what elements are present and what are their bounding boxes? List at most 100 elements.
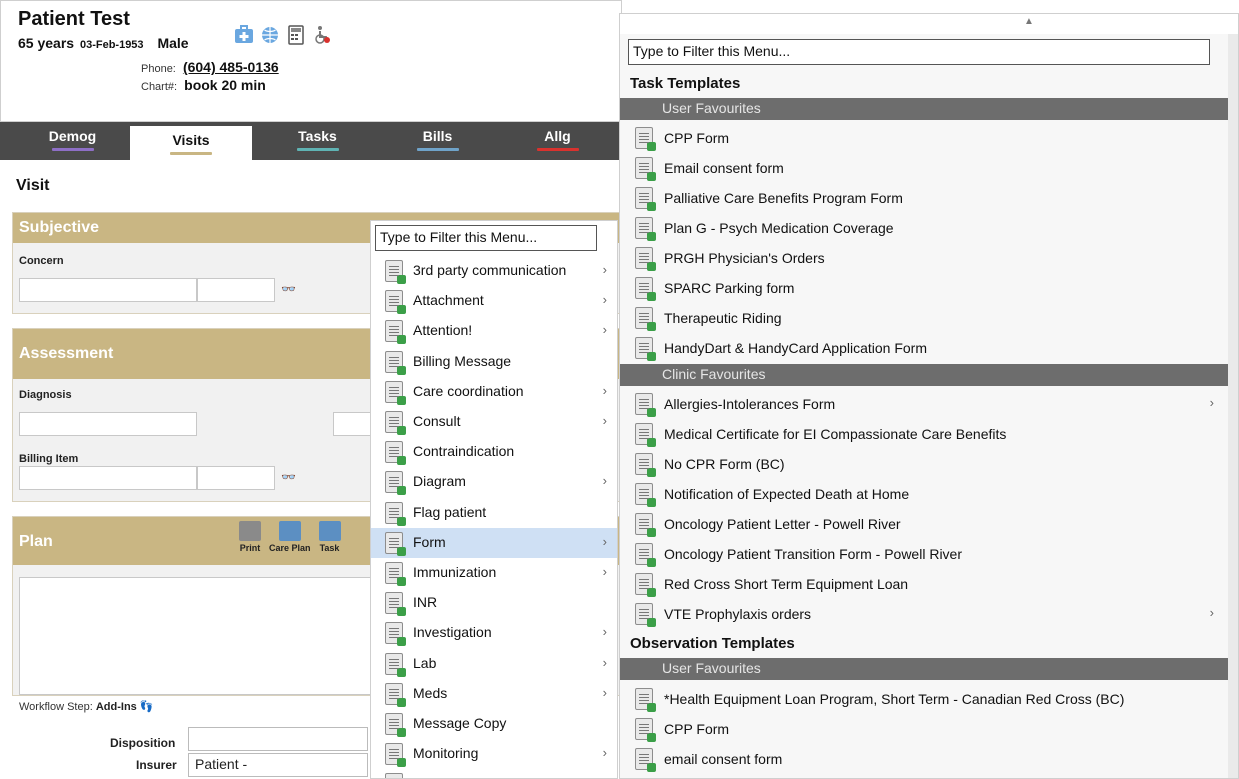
menu-item-flag-patient[interactable]: Flag patient [371, 498, 617, 528]
menu-item-label: Message Copy [413, 715, 507, 731]
chevron-right-icon: › [602, 564, 607, 579]
task-button[interactable]: Task [318, 521, 341, 553]
menu-item-billing-message[interactable]: Billing Message [371, 347, 617, 377]
menu-item-label: CPP Form [664, 721, 730, 737]
globe-icon[interactable] [260, 25, 280, 45]
menu-item-consult[interactable]: Consult › [371, 407, 617, 437]
form-document-icon [385, 652, 406, 677]
wheelchair-icon[interactable] [312, 25, 332, 45]
form-document-icon [635, 393, 656, 417]
binoculars-icon[interactable]: 👓 [281, 470, 296, 484]
form-document-icon [635, 513, 656, 537]
print-button[interactable]: Print [239, 521, 261, 553]
binoculars-icon[interactable]: 👓 [281, 282, 296, 296]
billing-item-input[interactable] [19, 466, 197, 490]
menu-item-email-consent-form[interactable]: Email consent form [620, 153, 1230, 183]
menu-item-vte-prophylaxis-orders[interactable]: VTE Prophylaxis orders › [620, 599, 1230, 629]
menu-item-medical-certificate-for-ei-compassionate-care-benefits[interactable]: Medical Certificate for EI Compassionate… [620, 419, 1230, 449]
menu-item-label: Monitoring [413, 745, 479, 762]
form-document-icon [385, 260, 406, 284]
menu-item-therapeutic-riding[interactable]: Therapeutic Riding [620, 303, 1230, 333]
plan-toolbar: Print Care Plan Task [239, 521, 341, 553]
menu-item-meds[interactable]: Meds › [371, 679, 617, 709]
menu-item-plan-g-psych-medication-coverage[interactable]: Plan G - Psych Medication Coverage [620, 213, 1230, 243]
menu-item-label: Oncology Patient Transition Form - Powel… [664, 546, 962, 562]
menu-item-observation[interactable]: Observation › [371, 769, 617, 778]
tab-allg[interactable]: Allg [515, 122, 600, 160]
menu-item-label: Lab [413, 654, 437, 671]
menu-item-health-equipment-loan-program-short-term-canadian-red-cross-bc[interactable]: *Health Equipment Loan Program, Short Te… [620, 684, 1230, 714]
menu-item-diagram[interactable]: Diagram › [371, 467, 617, 497]
tab-demog[interactable]: Demog [30, 122, 115, 160]
scroll-up-area[interactable]: ▲ [620, 14, 1238, 34]
menu-item-contraindication[interactable]: Contraindication [371, 437, 617, 467]
form-document-icon [385, 471, 406, 496]
task-icon [318, 521, 341, 541]
menu-item-inr[interactable]: INR [371, 588, 617, 618]
chevron-right-icon: › [602, 684, 607, 700]
tab-visits[interactable]: Visits [130, 126, 252, 160]
tab-tasks[interactable]: Tasks [275, 122, 360, 160]
form-document-icon [635, 127, 656, 151]
menu-item-form[interactable]: Form › [371, 527, 617, 558]
menu-item-no-cpr-form-bc[interactable]: No CPR Form (BC) [620, 449, 1230, 479]
menu-item-label: HandyDart & HandyCard Application Form [664, 340, 928, 356]
menu-item-investigation[interactable]: Investigation › [371, 618, 617, 648]
form-document-icon [385, 562, 406, 586]
menu-item-oncology-patient-transition-form-powell-river[interactable]: Oncology Patient Transition Form - Powel… [620, 539, 1230, 569]
menu-item-oncology-patient-letter-powell-river[interactable]: Oncology Patient Letter - Powell River [620, 509, 1230, 539]
menu-item-lab[interactable]: Lab › [371, 649, 617, 679]
concern-code-input[interactable] [197, 278, 275, 302]
menu-item-notification-of-expected-death-at-home[interactable]: Notification of Expected Death at Home [620, 479, 1230, 509]
form-document-icon [385, 411, 406, 435]
patient-chart: Chart#: book 20 min [141, 77, 266, 93]
menu-item-prgh-physician-s-orders[interactable]: PRGH Physician's Orders [620, 243, 1230, 273]
concern-input[interactable] [19, 278, 197, 302]
form-document-icon [385, 531, 406, 556]
form-document-icon [385, 713, 406, 737]
submenu-filter-input[interactable]: Type to Filter this Menu... [628, 39, 1210, 65]
task-clinic-favourites-heading: Clinic Favourites [620, 364, 1230, 386]
menu-item-3rd-party-communication[interactable]: 3rd party communication › [371, 256, 617, 286]
menu-item-allergies-intolerances-form[interactable]: Allergies-Intolerances Form › [620, 389, 1230, 419]
scroll-up-icon[interactable]: ▲ [1024, 16, 1034, 27]
visit-title: Visit [16, 177, 50, 194]
menu-item-immunization[interactable]: Immunization › [371, 558, 617, 588]
menu-filter-input[interactable]: Type to Filter this Menu... [375, 225, 597, 251]
form-document-icon [385, 350, 406, 375]
menu-item-red-cross-short-term-equipment-loan[interactable]: Red Cross Short Term Equipment Loan [620, 569, 1230, 599]
menu-item-message-copy[interactable]: Message Copy [371, 709, 617, 739]
chevron-right-icon: › [602, 382, 607, 398]
menu-item-sparc-parking-form[interactable]: SPARC Parking form [620, 273, 1230, 303]
menu-item-email-consent-form[interactable]: email consent form [620, 744, 1230, 774]
patient-header: Patient Test 65 years 03-Feb-1953 Male P… [0, 0, 622, 122]
submenu-scrollbar[interactable] [1228, 34, 1238, 778]
menu-item-label: Oncology Patient Letter - Powell River [664, 516, 901, 532]
insurer-select[interactable]: Patient - [188, 753, 368, 777]
patient-dob: 03-Feb-1953 [79, 39, 144, 51]
menu-item-attention[interactable]: Attention! › [371, 316, 617, 346]
patient-age: 65 years [18, 35, 75, 51]
chevron-right-icon: › [602, 473, 607, 489]
menu-item-attachment[interactable]: Attachment › [371, 286, 617, 316]
patient-phone-link[interactable]: (604) 485-0136 [183, 59, 279, 75]
billing-item-code-input[interactable] [197, 466, 275, 490]
plan-textarea[interactable] [19, 577, 373, 695]
menu-item-label: Email consent form [664, 160, 784, 176]
menu-item-care-coordination[interactable]: Care coordination › [371, 377, 617, 407]
menu-item-cpp-form[interactable]: CPP Form [620, 714, 1230, 744]
medical-kit-icon[interactable] [234, 25, 254, 45]
add-item-menu: Type to Filter this Menu... 3rd party co… [370, 220, 618, 779]
menu-item-handydart-handycard-application-form[interactable]: HandyDart & HandyCard Application Form [620, 333, 1230, 363]
form-document-icon [635, 483, 656, 507]
diagnosis-code-input[interactable] [333, 412, 373, 436]
diagnosis-input[interactable] [19, 412, 197, 436]
care-plan-button[interactable]: Care Plan [269, 521, 311, 553]
footprints-icon[interactable]: 👣 [140, 701, 154, 713]
calculator-icon[interactable] [286, 25, 306, 45]
menu-item-monitoring[interactable]: Monitoring › [371, 739, 617, 769]
menu-item-cpp-form[interactable]: CPP Form [620, 123, 1230, 153]
tab-bills[interactable]: Bills [395, 122, 480, 160]
menu-item-palliative-care-benefits-program-form[interactable]: Palliative Care Benefits Program Form [620, 183, 1230, 213]
disposition-input[interactable] [188, 727, 368, 751]
